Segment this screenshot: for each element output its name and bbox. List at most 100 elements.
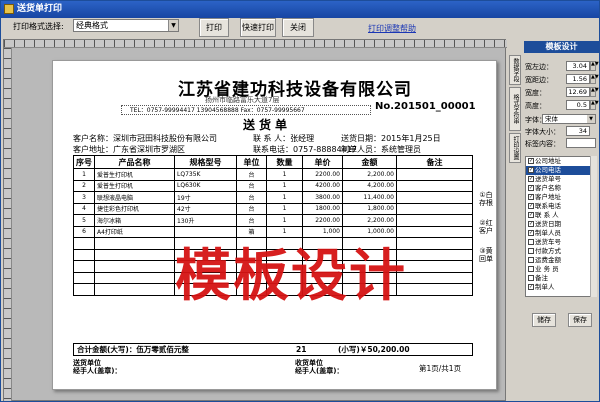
table-cell: 4200.00 <box>302 179 343 192</box>
delivery-date-field[interactable]: 送货日期：2015年1月25日 <box>341 133 441 144</box>
table-cell: 海尔冰箱 <box>94 214 175 227</box>
design-canvas[interactable]: 江苏省建功科技设备有限公司 扬州市临路富乐大道7层 TEL：0757-99994… <box>3 39 507 401</box>
totals-row[interactable]: 合计金额(大写)：伍万零贰佰元整 21 (小写)￥50,200.00 <box>73 343 473 356</box>
delivery-note-paper[interactable]: 江苏省建功科技设备有限公司 扬州市临路富乐大道7层 TEL：0757-99994… <box>52 60 497 390</box>
company-address[interactable]: 扬州市临路富乐大道7层 <box>205 95 279 105</box>
format-select-value: 经典格式 <box>76 21 108 30</box>
field-list-item[interactable]: 送货车号 <box>526 238 596 247</box>
field-list-label: 制单人员 <box>535 229 561 237</box>
table-cell: 台 <box>236 202 267 215</box>
field-list-item[interactable]: ✓ 公司电话 <box>526 166 596 175</box>
table-cell: 台 <box>236 168 267 181</box>
table-cell: 台 <box>236 191 267 204</box>
checkbox-icon[interactable]: ✓ <box>528 167 534 173</box>
font-size-input[interactable]: 34 <box>566 126 590 136</box>
print-help-link[interactable]: 打印调整帮助 <box>368 23 416 34</box>
checkbox-icon[interactable]: ✓ <box>528 176 534 182</box>
table-cell: 1 <box>266 202 303 215</box>
field-list-item[interactable]: ✓ 公司地址 <box>526 157 596 166</box>
company-contact[interactable]: TEL：0757-99994417 13904568888 Fax：0757-9… <box>121 105 371 115</box>
spinner-icon[interactable]: ▲▼ <box>590 87 599 97</box>
table-cell: 19寸 <box>174 191 237 204</box>
tab-print-settings[interactable]: 打印设置 <box>509 133 521 163</box>
save-template-button[interactable]: 储存 <box>532 313 556 327</box>
receiver-signature[interactable]: 收货单位 经手人(盖章)： <box>295 359 343 375</box>
field-list-item[interactable]: 运费金额 <box>526 256 596 265</box>
field-list[interactable]: ✓ 公司地址 ✓ 公司电话 ✓ 送货单号 ✓ 客户名称 ✓ 客户地址 ✓ 联系电话 ✓ 联 系 人 ✓ 送货日… <box>525 156 597 297</box>
field-list-item[interactable]: ✓ 联 系 人 <box>526 211 596 220</box>
panel-field-input[interactable]: 1.56 <box>566 74 590 84</box>
total-amount-figures: (小写)￥50,200.00 <box>338 345 410 354</box>
chevron-down-icon[interactable]: ▼ <box>168 20 178 31</box>
checkbox-icon[interactable]: ✓ <box>528 194 534 200</box>
checkbox-icon[interactable]: ✓ <box>528 158 534 164</box>
table-cell <box>94 248 175 261</box>
watermark-text: 模板设计 <box>175 243 407 309</box>
customer-name-field[interactable]: 客户名称：深圳市冠田科技股份有限公司 <box>73 133 217 144</box>
total-quantity: 21 <box>296 345 307 354</box>
param-input[interactable] <box>566 138 596 148</box>
checkbox-icon[interactable] <box>528 239 534 245</box>
document-title[interactable]: 送货单 <box>243 116 291 133</box>
checkbox-icon[interactable]: ✓ <box>528 230 534 236</box>
spinner-icon[interactable]: ▲▼ <box>590 74 599 84</box>
checkbox-icon[interactable] <box>528 275 534 281</box>
tab-data-fields[interactable]: 数据字段 <box>509 55 521 85</box>
sender-signature[interactable]: 送货单位 经手人(盖章)： <box>73 359 121 375</box>
column-header: 数量 <box>266 155 303 169</box>
checkbox-icon[interactable]: ✓ <box>528 221 534 227</box>
chevron-down-icon[interactable]: ▼ <box>587 115 595 123</box>
spinner-icon[interactable]: ▲▼ <box>590 100 599 110</box>
maker-field[interactable]: 制单人员：系统管理员 <box>341 144 421 155</box>
panel-title: 模板设计 <box>524 41 599 53</box>
checkbox-icon[interactable]: ✓ <box>528 284 534 290</box>
field-list-item[interactable]: ✓ 送货单号 <box>526 175 596 184</box>
table-cell <box>396 283 473 296</box>
save-button[interactable]: 保存 <box>568 313 592 327</box>
contact-person-field[interactable]: 联 系 人：张经理 <box>253 133 314 144</box>
quick-print-button[interactable]: 快速打印 <box>240 18 276 37</box>
field-list-label: 送货单号 <box>535 175 561 183</box>
customer-address-field[interactable]: 客户地址：广东省深圳市罗湖区 <box>73 144 185 155</box>
table-cell <box>73 271 95 284</box>
field-list-item[interactable]: ✓ 客户地址 <box>526 193 596 202</box>
spinner-icon[interactable]: ▲▼ <box>590 61 599 71</box>
checkbox-icon[interactable] <box>528 266 534 272</box>
table-cell: 1 <box>266 191 303 204</box>
panel-field-input[interactable]: 12.69 <box>566 87 590 97</box>
checkbox-icon[interactable] <box>528 257 534 263</box>
field-list-label: 送货日期 <box>535 220 561 228</box>
field-list-item[interactable]: ✓ 客户名称 <box>526 184 596 193</box>
copy-label: ②红客户 <box>479 219 493 235</box>
table-cell: 1800.00 <box>302 202 343 215</box>
checkbox-icon[interactable]: ✓ <box>528 203 534 209</box>
field-list-item[interactable]: ✓ 制单人员 <box>526 229 596 238</box>
field-list-scrollbar[interactable] <box>590 156 597 297</box>
column-header: 备注 <box>396 155 473 169</box>
font-select[interactable]: 宋体 ▼ <box>542 114 596 124</box>
close-button[interactable]: 关闭 <box>282 18 314 37</box>
field-list-item[interactable]: ✓ 联系电话 <box>526 202 596 211</box>
table-cell: 4,200.00 <box>342 179 397 192</box>
table-cell <box>94 271 175 284</box>
panel-field-input[interactable]: 0.5 <box>566 100 590 110</box>
checkbox-icon[interactable]: ✓ <box>528 185 534 191</box>
field-list-item[interactable]: 备注 <box>526 274 596 283</box>
field-list-item[interactable]: 付款方式 <box>526 247 596 256</box>
checkbox-icon[interactable]: ✓ <box>528 212 534 218</box>
title-bar: 送货单打印 <box>1 1 599 18</box>
field-list-label: 制单人 <box>535 283 555 291</box>
panel-field-input[interactable]: 3.04 <box>566 61 590 71</box>
sender-unit-label: 送货单位 <box>73 359 101 367</box>
field-list-item[interactable]: 业 务 员 <box>526 265 596 274</box>
document-number[interactable]: No.201501_00001 <box>375 101 476 112</box>
field-list-item[interactable]: ✓ 送货日期 <box>526 220 596 229</box>
table-row: 3 联想液晶电脑 19寸台 1 3800.00 11,400.00 <box>73 191 473 204</box>
tab-format-string[interactable]: 格式字符串 <box>509 87 521 131</box>
format-select[interactable]: 经典格式 ▼ <box>73 19 179 32</box>
field-list-item[interactable]: ✓ 制单人 <box>526 283 596 292</box>
checkbox-icon[interactable] <box>528 248 534 254</box>
field-list-label: 业 务 员 <box>535 265 559 273</box>
print-button[interactable]: 打印 <box>199 18 229 37</box>
table-cell: LQ735K <box>174 168 237 181</box>
